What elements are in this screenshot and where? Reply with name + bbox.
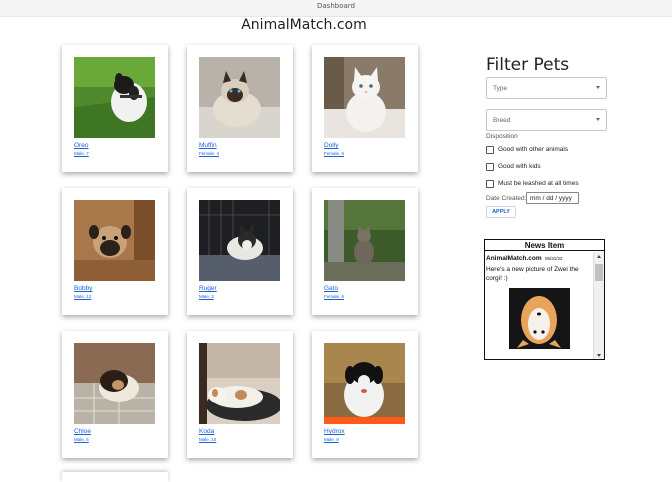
pet-photo-dolly[interactable] [324, 57, 405, 138]
pet-info-link[interactable]: Male, 12 [74, 294, 91, 299]
pet-card[interactable]: Muffin Female, 4 [187, 45, 293, 172]
scroll-down-arrow-icon[interactable] [597, 354, 601, 357]
pet-info-link[interactable]: Female, 5 [324, 151, 344, 156]
window-title: Dashboard [317, 2, 355, 10]
type-placeholder: Type [493, 85, 508, 92]
pet-card-partial[interactable] [62, 472, 168, 482]
pet-photo-bobby[interactable] [74, 200, 155, 281]
pet-photo-chloe[interactable] [74, 343, 155, 424]
date-created-label: Date Created: [486, 195, 527, 202]
pet-card[interactable]: Oreo Male, 7 [62, 45, 168, 172]
news-scrollbar[interactable] [593, 252, 604, 359]
type-select[interactable]: Type [486, 77, 607, 99]
news-widget: News Item AnimalMatch.com 05/31/22 Here'… [484, 239, 605, 360]
checkbox-label[interactable]: Good with other animals [498, 146, 568, 153]
filter-title: Filter Pets [486, 55, 570, 75]
news-body: AnimalMatch.com 05/31/22 Here's a new pi… [485, 252, 593, 359]
pet-name-link[interactable]: Koda [199, 428, 214, 435]
date-created-input[interactable]: mm / dd / yyyy [526, 192, 579, 204]
pet-name-link[interactable]: Chloe [74, 428, 91, 435]
date-value: mm / dd / yyyy [530, 195, 572, 202]
pet-info-link[interactable]: Male, 10 [199, 437, 216, 442]
pet-name-link[interactable]: Oreo [74, 142, 88, 149]
pet-info-link[interactable]: Female, 4 [199, 151, 219, 156]
breed-placeholder: Breed [493, 117, 511, 124]
apply-button[interactable]: APPLY [486, 206, 516, 218]
checkbox[interactable] [486, 146, 494, 154]
window-titlebar: Dashboard [0, 0, 672, 17]
pet-card[interactable]: Koda Male, 10 [187, 331, 293, 458]
news-photo-corgi [509, 288, 570, 349]
breed-select[interactable]: Breed [486, 109, 607, 131]
pet-name-link[interactable]: Muffin [199, 142, 217, 149]
pet-info-link[interactable]: Female, 6 [324, 294, 344, 299]
pet-info-link[interactable]: Male, 7 [74, 151, 89, 156]
pet-card[interactable]: Bobby Male, 12 [62, 188, 168, 315]
news-text: Here's a new picture of Zwei the corgi! … [486, 266, 579, 282]
pet-photo-muffin[interactable] [199, 57, 280, 138]
pet-photo-hydrox[interactable] [324, 343, 405, 424]
news-date: 05/31/22 [545, 256, 563, 261]
pet-photo-ruger[interactable] [199, 200, 280, 281]
caret-down-icon [596, 118, 600, 121]
pet-photo-gato[interactable] [324, 200, 405, 281]
pet-info-link[interactable]: Male, 3 [199, 294, 214, 299]
checkbox-label[interactable]: Must be leashed at all times [498, 180, 579, 187]
news-title: News Item [485, 240, 604, 251]
disposition-label: Disposition [486, 133, 518, 140]
pet-card[interactable]: Gato Female, 6 [312, 188, 418, 315]
scroll-up-arrow-icon[interactable] [597, 255, 601, 258]
checkbox[interactable] [486, 180, 494, 188]
checkbox-label[interactable]: Good with kids [498, 163, 541, 170]
caret-down-icon [596, 86, 600, 89]
news-site: AnimalMatch.com [486, 255, 542, 262]
pet-name-link[interactable]: Gato [324, 285, 338, 292]
pet-card[interactable]: Hydrox Male, 9 [312, 331, 418, 458]
site-title: AnimalMatch.com [241, 17, 367, 33]
pet-photo-oreo[interactable] [74, 57, 155, 138]
pet-photo-koda[interactable] [199, 343, 280, 424]
pet-name-link[interactable]: Hydrox [324, 428, 345, 435]
pet-card[interactable]: Dolly Female, 5 [312, 45, 418, 172]
checkbox[interactable] [486, 163, 494, 171]
pet-name-link[interactable]: Dolly [324, 142, 338, 149]
pet-name-link[interactable]: Ruger [199, 285, 217, 292]
pet-info-link[interactable]: Male, 5 [74, 437, 89, 442]
scroll-thumb[interactable] [595, 264, 603, 281]
pet-info-link[interactable]: Male, 9 [324, 437, 339, 442]
pet-card[interactable]: Chloe Male, 5 [62, 331, 168, 458]
pet-card[interactable]: Ruger Male, 3 [187, 188, 293, 315]
pet-name-link[interactable]: Bobby [74, 285, 92, 292]
